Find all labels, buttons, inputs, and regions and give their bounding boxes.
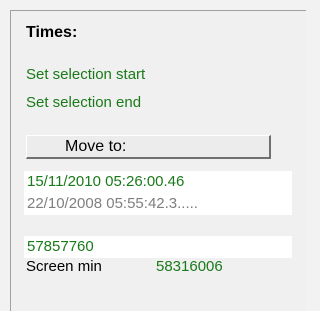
times-title: Times:: [26, 24, 78, 41]
set-selection-end-link[interactable]: Set selection end: [26, 94, 141, 111]
value-field[interactable]: 57857760: [24, 236, 292, 258]
set-selection-start-link[interactable]: Set selection start: [26, 66, 145, 83]
other-time-field[interactable]: 22/10/2008 05:55:42.3.....: [24, 193, 292, 215]
screen-min-value: 58316006: [156, 258, 223, 275]
current-time-field[interactable]: 15/11/2010 05:26:00.46: [24, 171, 292, 193]
move-to-button[interactable]: Move to:: [26, 135, 271, 159]
move-to-button-label: Move to:: [65, 137, 127, 155]
screen-min-label: Screen min: [26, 258, 102, 275]
